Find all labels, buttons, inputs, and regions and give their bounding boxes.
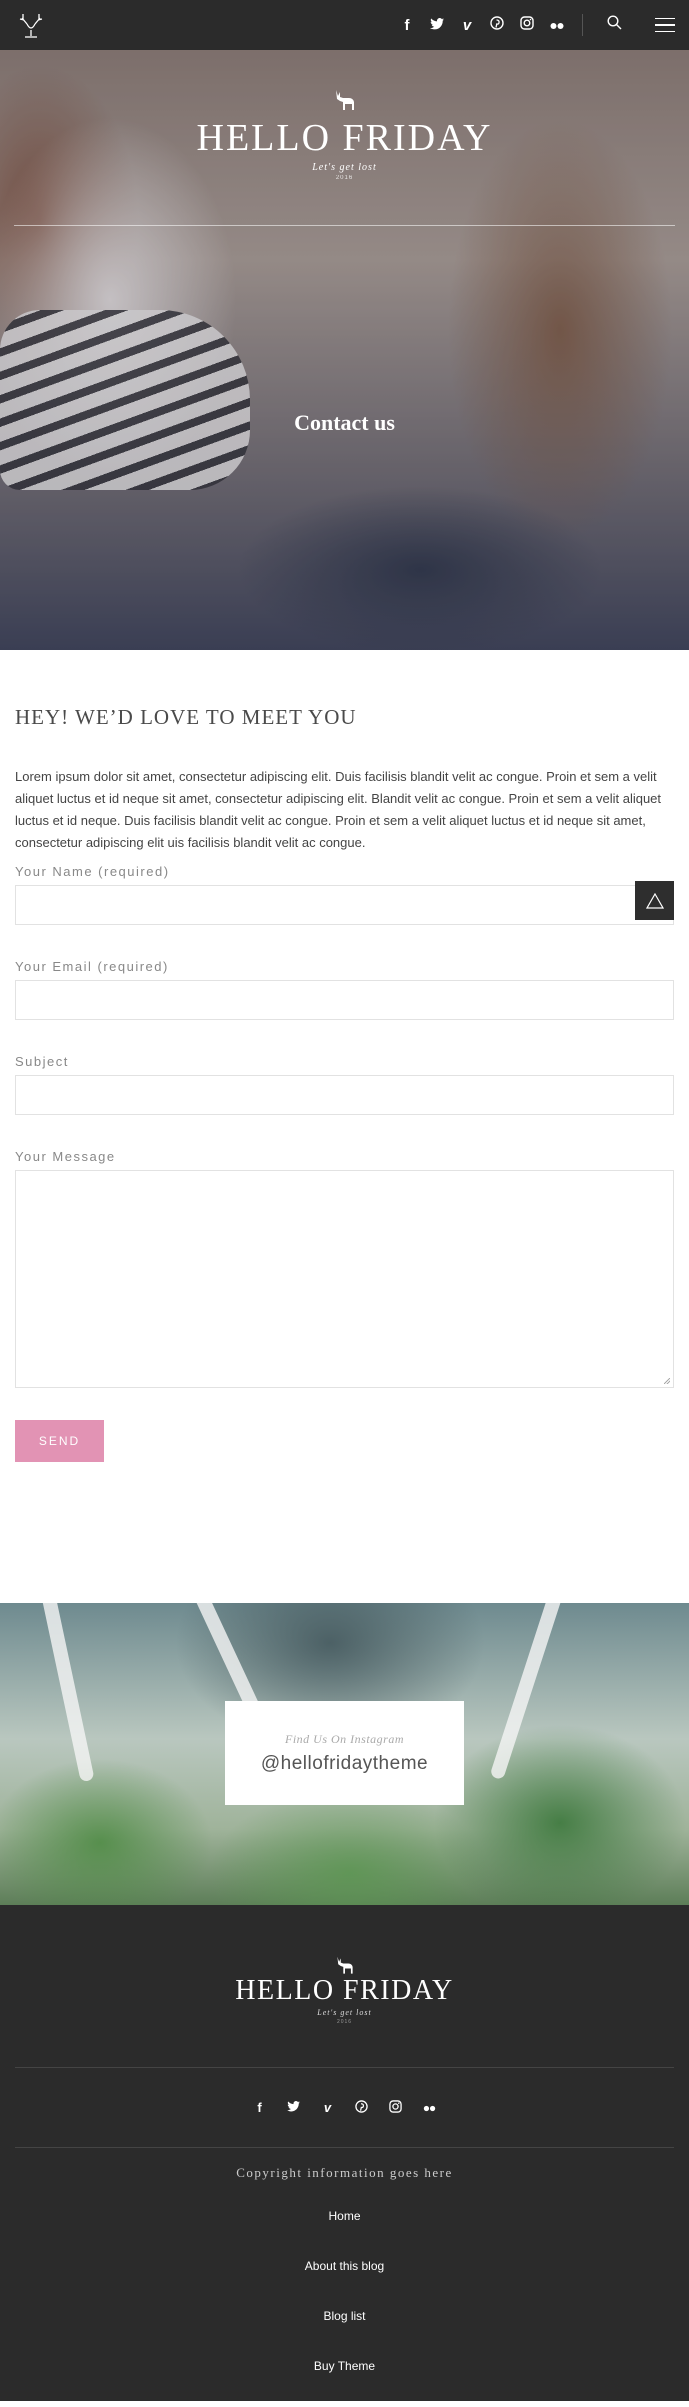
instagram-icon[interactable] — [379, 2099, 413, 2116]
page-title: Contact us — [294, 410, 395, 435]
deer-logo-icon[interactable] — [14, 8, 48, 42]
message-label: Your Message — [15, 1149, 116, 1164]
footer-brand-title: HELLO FRIDAY — [235, 1975, 454, 2006]
search-icon[interactable] — [597, 15, 631, 35]
deer-icon — [335, 90, 354, 110]
instagram-handle[interactable]: @hellofridaytheme — [261, 1753, 428, 1775]
twitter-icon[interactable] — [277, 2100, 311, 2115]
footer-brand-established: 2016 — [336, 2019, 353, 2025]
contact-heading: HEY! WE’D LOVE TO MEET YOU — [15, 705, 357, 729]
brand-title: HELLO FRIDAY — [196, 117, 493, 159]
pinterest-icon[interactable] — [345, 2099, 379, 2116]
footer-social-links: f v — [0, 2068, 689, 2147]
flickr-icon[interactable] — [413, 2100, 447, 2115]
vimeo-icon[interactable]: v — [452, 17, 482, 34]
contact-section: HEY! WE’D LOVE TO MEET YOU Lorem ipsum d… — [0, 650, 689, 1462]
footer-link-buy-theme[interactable]: Buy Theme — [0, 2341, 689, 2391]
email-label: Your Email (required) — [15, 959, 169, 974]
hamburger-menu-icon[interactable] — [641, 17, 675, 33]
instagram-card[interactable]: Find Us On Instagram @hellofridaytheme — [225, 1701, 464, 1805]
hero-brand-logo[interactable]: HELLO FRIDAY Let's get lost 2016 — [0, 88, 689, 181]
facebook-icon[interactable]: f — [392, 17, 422, 34]
footer-brand-logo[interactable]: HELLO FRIDAY Let's get lost 2016 — [0, 1955, 689, 2025]
facebook-icon[interactable]: f — [243, 2100, 277, 2115]
email-input[interactable] — [15, 980, 674, 1020]
footer-divider — [15, 2147, 674, 2148]
divider — [582, 14, 583, 36]
scroll-to-top-button[interactable] — [635, 881, 674, 920]
top-navigation-bar: f v — [0, 0, 689, 50]
contact-form: Your Name (required) Your Email (require… — [15, 864, 674, 1462]
footer: HELLO FRIDAY Let's get lost 2016 f v Cop… — [0, 1905, 689, 2401]
brand-tagline: Let's get lost — [312, 162, 377, 173]
subject-label: Subject — [15, 1054, 69, 1069]
instagram-find-label: Find Us On Instagram — [284, 1731, 404, 1746]
footer-link-home[interactable]: Home — [0, 2191, 689, 2241]
footer-brand-tagline: Let's get lost — [317, 2008, 372, 2017]
hero-banner: HELLO FRIDAY Let's get lost 2016 Contact… — [0, 50, 689, 650]
copyright-text: Copyright information goes here — [236, 2165, 453, 2180]
brand-established: 2016 — [335, 175, 354, 181]
triangle-up-icon — [645, 892, 664, 909]
subject-input[interactable] — [15, 1075, 674, 1115]
hero-divider — [14, 225, 675, 226]
pinterest-icon[interactable] — [482, 16, 512, 34]
footer-link-blog-list[interactable]: Blog list — [0, 2291, 689, 2341]
top-social-links: f v — [392, 16, 572, 34]
name-label: Your Name (required) — [15, 864, 170, 879]
instagram-section: Find Us On Instagram @hellofridaytheme — [0, 1603, 689, 1905]
twitter-icon[interactable] — [422, 17, 452, 34]
contact-intro-text: Lorem ipsum dolor sit amet, consectetur … — [15, 769, 662, 850]
vimeo-icon[interactable]: v — [311, 2100, 345, 2115]
deer-icon — [336, 1956, 353, 1974]
instagram-icon[interactable] — [512, 16, 542, 34]
send-button[interactable]: SEND — [15, 1420, 104, 1462]
footer-links: Home About this blog Blog list Buy Theme — [0, 2191, 689, 2391]
footer-link-about[interactable]: About this blog — [0, 2241, 689, 2291]
flickr-icon[interactable] — [542, 17, 572, 34]
message-textarea[interactable] — [15, 1170, 674, 1388]
name-input[interactable] — [15, 885, 674, 925]
